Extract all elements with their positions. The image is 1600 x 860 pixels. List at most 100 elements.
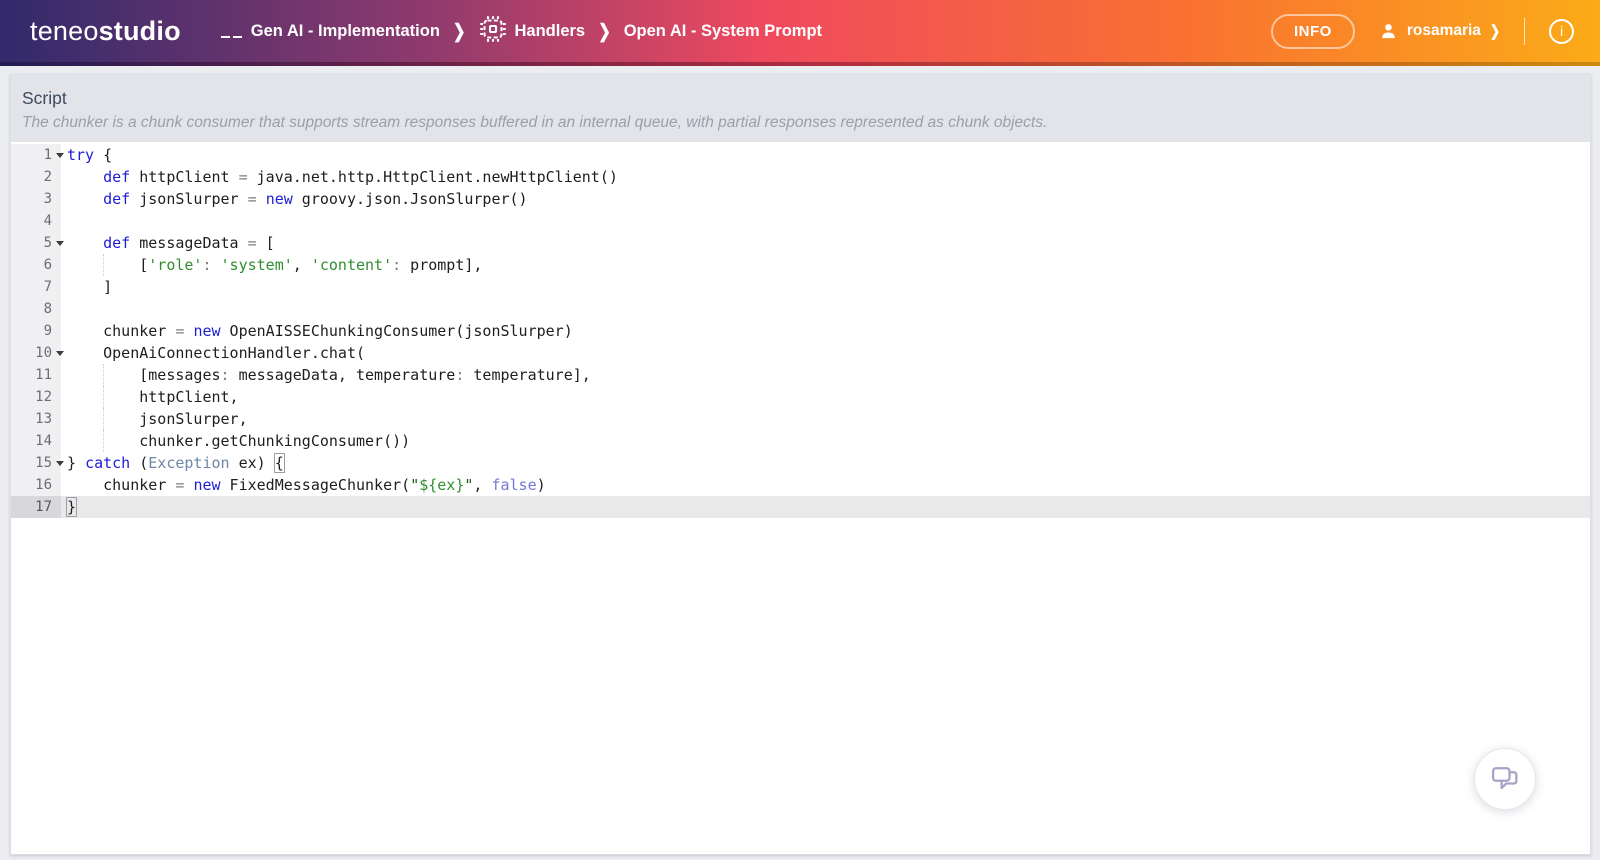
code-token: prompt], <box>401 256 483 274</box>
indent-guide <box>103 430 105 452</box>
line-number: 1 <box>11 144 61 166</box>
code-text[interactable]: chunker = new OpenAISSEChunkingConsumer(… <box>61 320 1590 342</box>
app-logo[interactable]: teneostudio <box>30 16 181 47</box>
code-token: messageData, temperature <box>229 366 456 384</box>
code-line[interactable]: 12 httpClient, <box>11 386 1590 408</box>
code-line[interactable]: 14 chunker.getChunkingConsumer()) <box>11 430 1590 452</box>
line-number: 17 <box>11 496 61 518</box>
topbar-right: INFO rosamaria ❯ i <box>1270 13 1574 49</box>
code-token: chunker <box>67 322 176 340</box>
user-menu[interactable]: rosamaria ❯ <box>1379 22 1500 41</box>
code-line[interactable]: 7 ] <box>11 276 1590 298</box>
code-line[interactable]: 4 <box>11 210 1590 232</box>
code-line[interactable]: 1 try { <box>11 144 1590 166</box>
chevron-right-icon: ❯ <box>1489 22 1500 40</box>
code-text[interactable]: } catch (Exception ex) { <box>56 452 1590 474</box>
code-text[interactable]: try { <box>56 144 1590 166</box>
code-text[interactable]: jsonSlurper, <box>61 408 1590 430</box>
code-token: ( <box>130 454 149 472</box>
code-token: temperature], <box>464 366 591 384</box>
code-text[interactable]: [messages: messageData, temperature: tem… <box>61 364 1590 386</box>
code-token: 'system' <box>220 256 293 274</box>
code-token: jsonSlurper <box>130 190 248 208</box>
line-number: 2 <box>11 166 61 188</box>
code-token: } <box>67 454 86 472</box>
code-token: catch <box>85 454 131 472</box>
code-token: ${ex} <box>419 476 465 494</box>
code-text[interactable]: def jsonSlurper = new groovy.json.JsonSl… <box>61 188 1590 210</box>
line-number: 12 <box>11 386 61 408</box>
code-text[interactable]: def httpClient = java.net.http.HttpClien… <box>61 166 1590 188</box>
code-token: 'content' <box>310 256 393 274</box>
fold-marker-icon[interactable] <box>56 153 64 158</box>
code-line[interactable]: 15} catch (Exception ex) { <box>11 452 1590 474</box>
code-token: new <box>193 476 221 494</box>
code-token: ex) <box>229 454 275 472</box>
code-text[interactable]: def messageData = [ <box>56 232 1590 254</box>
code-token: def <box>103 234 131 252</box>
code-token: , <box>292 256 311 274</box>
line-number: 14 <box>11 430 61 452</box>
code-token: : <box>202 256 212 274</box>
logo-bold: studio <box>98 15 181 46</box>
code-line[interactable]: 16 chunker = new FixedMessageChunker("${… <box>11 474 1590 496</box>
code-token: false <box>491 476 537 494</box>
fold-marker-icon[interactable] <box>56 351 64 356</box>
code-text[interactable]: OpenAiConnectionHandler.chat( <box>56 342 1590 364</box>
line-number: 15 <box>11 452 61 474</box>
code-text[interactable]: httpClient, <box>61 386 1590 408</box>
code-line[interactable]: 6 ['role': 'system', 'content': prompt], <box>11 254 1590 276</box>
script-panel: Script The chunker is a chunk consumer t… <box>10 74 1591 855</box>
code-token: = <box>238 168 248 186</box>
code-text[interactable]: ['role': 'system', 'content': prompt], <box>61 254 1590 276</box>
code-token: OpenAISSEChunkingConsumer(jsonSlurper) <box>220 322 573 340</box>
code-token: [ <box>256 234 275 252</box>
code-token: { <box>273 453 285 473</box>
code-token: def <box>103 190 131 208</box>
code-line[interactable]: 3 def jsonSlurper = new groovy.json.Json… <box>11 188 1590 210</box>
code-token: ) <box>536 476 546 494</box>
line-number: 4 <box>11 210 61 232</box>
code-text[interactable] <box>61 298 1590 320</box>
code-token: messageData <box>130 234 248 252</box>
page: Script The chunker is a chunk consumer t… <box>0 66 1600 860</box>
code-token: = <box>247 234 257 252</box>
topbar-divider <box>1524 17 1525 45</box>
code-token: java.net.http.HttpClient.newHttpClient() <box>247 168 618 186</box>
code-line[interactable]: 10 OpenAiConnectionHandler.chat( <box>11 342 1590 364</box>
info-circle-icon[interactable]: i <box>1549 18 1574 44</box>
code-token: = <box>247 190 257 208</box>
indent-guide <box>103 364 105 386</box>
code-text[interactable]: chunker.getChunkingConsumer()) <box>61 430 1590 452</box>
code-text[interactable]: ] <box>61 276 1590 298</box>
chat-fab-button[interactable] <box>1474 748 1536 810</box>
fold-marker-icon[interactable] <box>56 461 64 466</box>
breadcrumb-handlers[interactable]: Handlers <box>515 22 586 41</box>
code-token: chunker.getChunkingConsumer()) <box>67 432 411 450</box>
code-text[interactable]: chunker = new FixedMessageChunker("${ex}… <box>61 474 1590 496</box>
code-token: } <box>65 497 78 517</box>
code-line[interactable]: 11 [messages: messageData, temperature: … <box>11 364 1590 386</box>
breadcrumb-solution[interactable]: Gen AI - Implementation <box>251 22 440 41</box>
line-number: 5 <box>11 232 61 254</box>
code-line[interactable]: 9 chunker = new OpenAISSEChunkingConsume… <box>11 320 1590 342</box>
code-editor[interactable]: 1 try {2 def httpClient = java.net.http.H… <box>11 142 1590 854</box>
code-text[interactable] <box>61 210 1590 232</box>
code-token: Exception <box>148 454 230 472</box>
code-line[interactable]: 5 def messageData = [ <box>11 232 1590 254</box>
code-token: try <box>67 146 95 164</box>
code-token: new <box>193 322 221 340</box>
indent-guide <box>103 408 105 430</box>
fold-marker-icon[interactable] <box>56 241 64 246</box>
code-line[interactable]: 17} <box>11 496 1590 518</box>
chip-icon <box>479 15 507 48</box>
code-text[interactable]: } <box>61 496 1590 518</box>
code-line[interactable]: 2 def httpClient = java.net.http.HttpCli… <box>11 166 1590 188</box>
script-panel-header: Script The chunker is a chunk consumer t… <box>11 75 1590 142</box>
code-line[interactable]: 13 jsonSlurper, <box>11 408 1590 430</box>
info-button[interactable]: INFO <box>1270 13 1355 49</box>
code-line[interactable]: 8 <box>11 298 1590 320</box>
code-token: , <box>473 476 492 494</box>
code-token: def <box>103 168 131 186</box>
